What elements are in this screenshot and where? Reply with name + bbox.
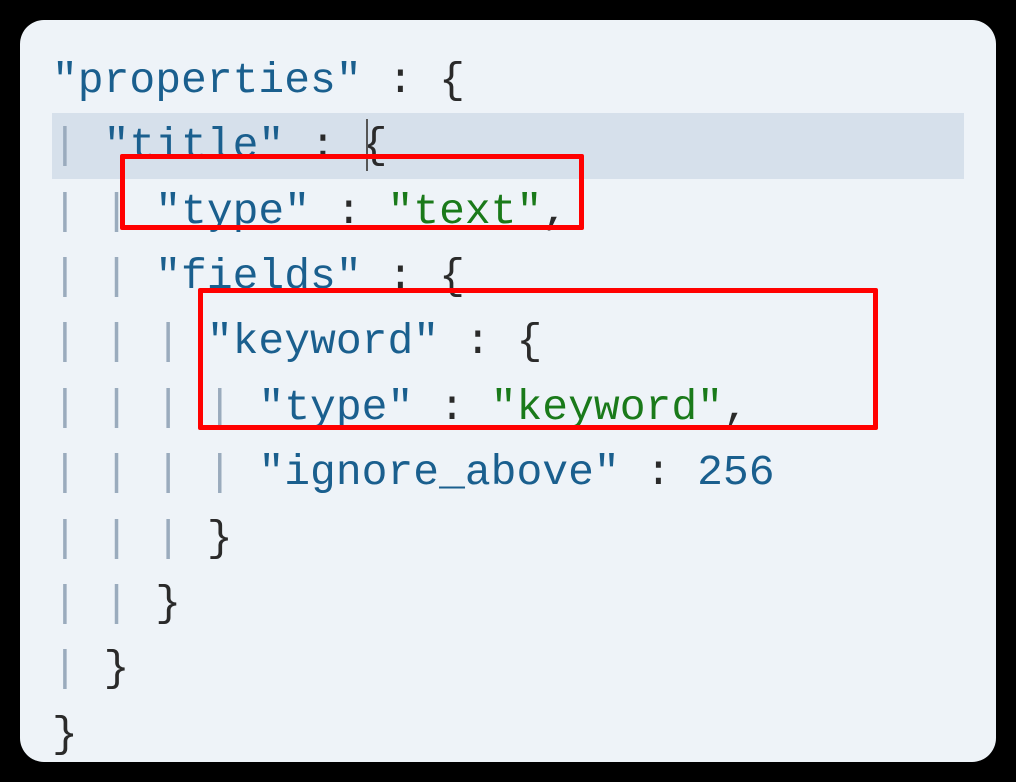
- json-brace: }: [207, 506, 233, 571]
- json-key: "ignore_above": [258, 440, 619, 505]
- code-line: | | | }: [52, 506, 964, 571]
- json-key: "properties": [52, 48, 362, 113]
- code-line: | | "type" : "text",: [52, 179, 964, 244]
- indent-guide: | | |: [52, 309, 207, 374]
- json-brace: }: [104, 636, 130, 701]
- code-editor-panel: "properties" : { | "title" : { | | "type…: [20, 20, 996, 762]
- indent-guide: |: [52, 113, 104, 178]
- json-separator: :: [284, 113, 361, 178]
- json-separator: :: [439, 309, 516, 374]
- indent-guide: |: [52, 636, 104, 701]
- json-comma: ,: [542, 179, 568, 244]
- json-key: "fields": [155, 244, 361, 309]
- json-string-value: "text": [387, 179, 542, 244]
- json-key: "type": [155, 179, 310, 244]
- json-separator: :: [362, 48, 439, 113]
- json-brace: {: [439, 48, 465, 113]
- indent-guide: | |: [52, 179, 155, 244]
- code-line: | | "fields" : {: [52, 244, 964, 309]
- json-comma: ,: [723, 375, 749, 440]
- json-separator: :: [310, 179, 387, 244]
- code-line: | | | | "type" : "keyword",: [52, 375, 964, 440]
- json-string-value: "keyword": [491, 375, 723, 440]
- json-separator: :: [362, 244, 439, 309]
- code-line-highlighted: | "title" : {: [52, 113, 964, 178]
- json-key: "title": [104, 113, 285, 178]
- json-separator: :: [620, 440, 697, 505]
- code-line: }: [52, 702, 964, 762]
- text-cursor: [366, 119, 368, 171]
- indent-guide: | | | |: [52, 375, 258, 440]
- code-line: | | }: [52, 571, 964, 636]
- indent-guide: | |: [52, 244, 155, 309]
- code-line: | }: [52, 636, 964, 701]
- json-key: "type": [258, 375, 413, 440]
- code-line: | | | | "ignore_above" : 256: [52, 440, 964, 505]
- indent-guide: | | | |: [52, 440, 258, 505]
- indent-guide: | |: [52, 571, 155, 636]
- json-brace: }: [155, 571, 181, 636]
- json-number-value: 256: [697, 440, 774, 505]
- json-separator: :: [413, 375, 490, 440]
- code-line: "properties" : {: [52, 48, 964, 113]
- json-brace: {: [439, 244, 465, 309]
- json-brace: {: [517, 309, 543, 374]
- json-brace: }: [52, 702, 78, 762]
- indent-guide: | | |: [52, 506, 207, 571]
- code-line: | | | "keyword" : {: [52, 309, 964, 374]
- json-key: "keyword": [207, 309, 439, 374]
